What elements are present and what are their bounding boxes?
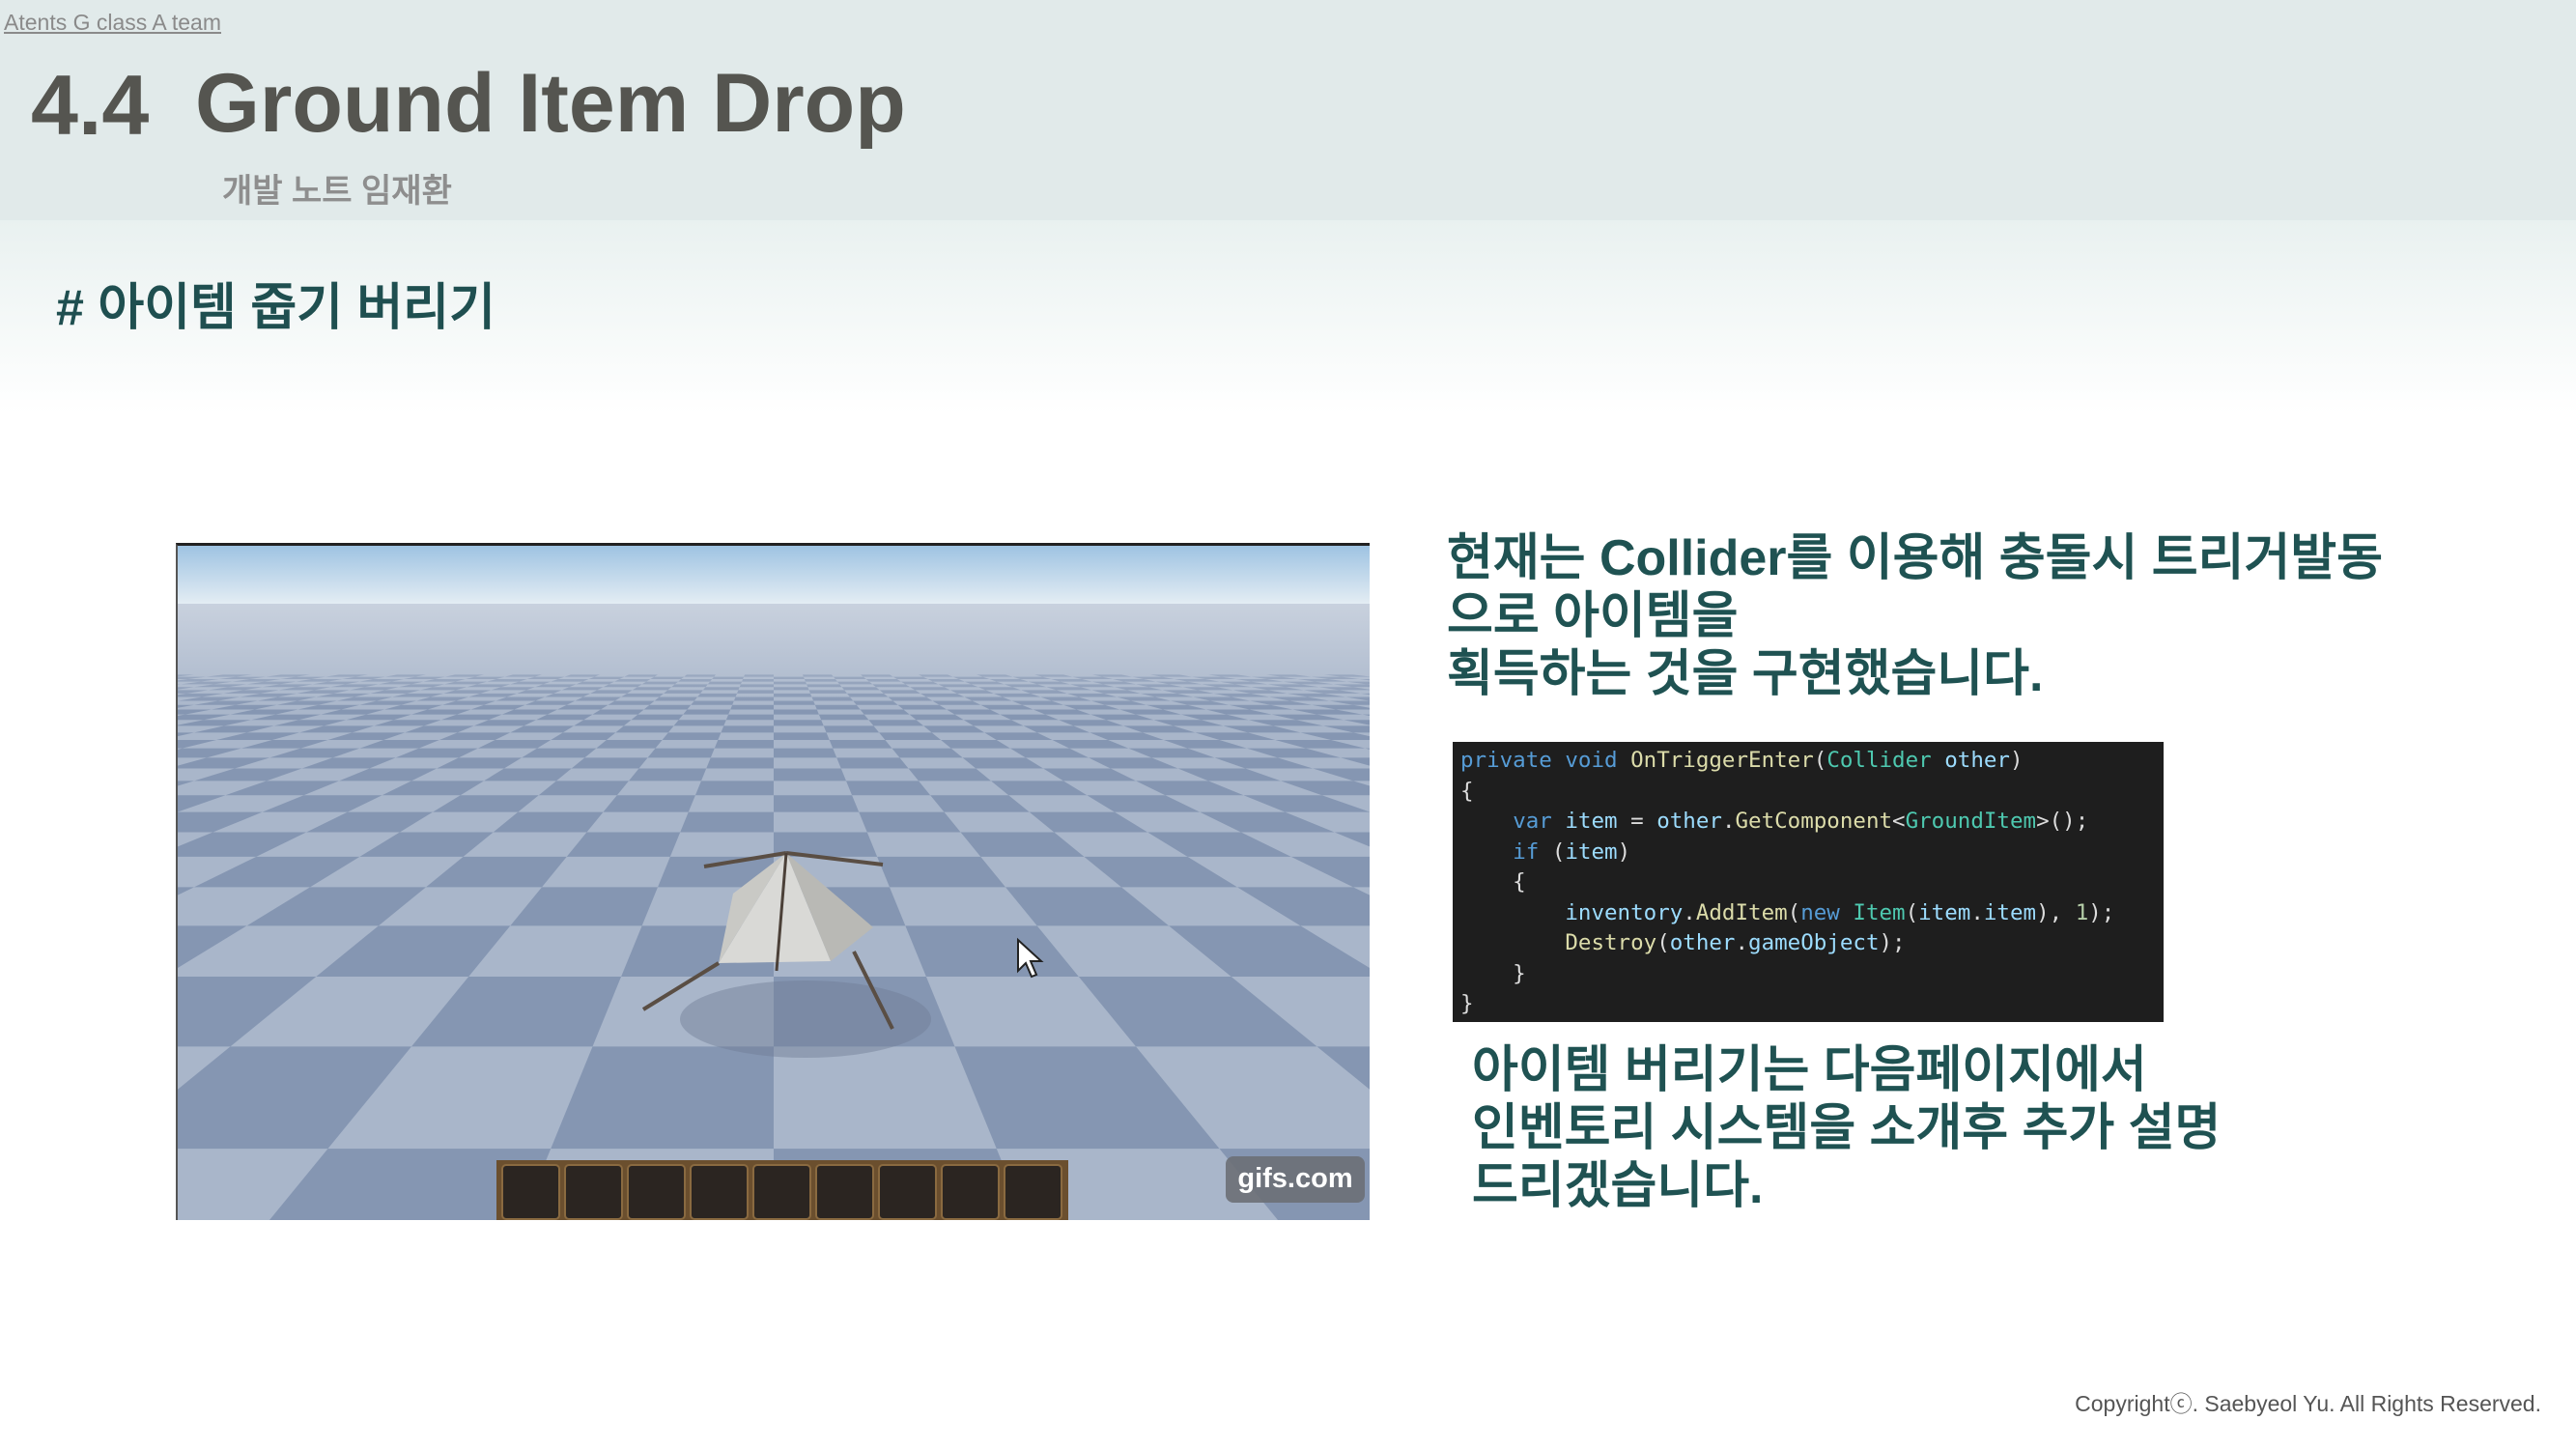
hotbar-slot[interactable]: [690, 1164, 749, 1220]
floor-tile: [662, 732, 722, 741]
hotbar-slot[interactable]: [627, 1164, 686, 1220]
floor-tile: [774, 709, 819, 715]
inventory-hotbar: [496, 1160, 1068, 1220]
note-text: 아이템 버리기는 다음페이지에서 인벤토리 시스템을 소개후 추가 설명 드리겠…: [1472, 1042, 2222, 1214]
game-scene: gifs.com: [178, 546, 1370, 1220]
code-block: private void OnTriggerEnter(Collider oth…: [1453, 742, 2164, 1022]
floor-tile: [846, 781, 931, 796]
copyright-footer: Copyrightⓒ. Saebyeol Yu. All Rights Rese…: [2075, 1391, 2541, 1416]
description-text: 현재는 Collider를 이용해 충돌시 트리거발동 으로 아이템을 획득하는…: [1447, 530, 2383, 702]
floor-tile: [631, 714, 684, 721]
floor-tile: [909, 714, 964, 721]
team-link[interactable]: Atents G class A team: [4, 10, 221, 36]
hotbar-slot[interactable]: [815, 1164, 874, 1220]
code-line: private void OnTriggerEnter(Collider oth…: [1460, 748, 2024, 773]
hotbar-slot[interactable]: [752, 1164, 811, 1220]
hotbar-slot[interactable]: [878, 1164, 937, 1220]
floor-tile: [859, 811, 961, 833]
floor-tile: [680, 811, 774, 833]
floor-tile: [592, 709, 644, 715]
floor-tile: [629, 768, 707, 781]
floor-tile: [829, 740, 892, 749]
gifs-watermark: gifs.com: [1237, 1163, 1352, 1194]
hotbar-slot[interactable]: [501, 1164, 560, 1220]
floor-tile: [823, 725, 880, 733]
hotbar-slot[interactable]: [564, 1164, 623, 1220]
floor-tile: [879, 732, 942, 741]
floor-tile: [774, 720, 824, 726]
section-subtitle: 개발 노트 임재환: [222, 173, 452, 210]
floor-tile: [868, 720, 924, 726]
floor-tile: [774, 748, 837, 758]
floor-tile: [673, 720, 726, 726]
floor-tile: [774, 795, 860, 812]
floor-tile: [615, 725, 674, 733]
code-line: if (item): [1513, 838, 1631, 865]
floor-tile: [774, 732, 830, 741]
hotbar-slot[interactable]: [1004, 1164, 1062, 1220]
code-line: }: [1460, 991, 1474, 1016]
floor-tile: [892, 748, 963, 758]
floor-tile: [694, 781, 774, 796]
floor-tile: [721, 725, 774, 733]
code-line: var item = other.GetComponent<GroundItem…: [1513, 809, 2089, 834]
game-screenshot: gifs.com: [176, 543, 1370, 1220]
code-line: {: [1460, 778, 1474, 804]
floor-tile: [571, 757, 648, 769]
code-line: inventory.AddItem(new Item(item.item), 1…: [1565, 899, 2115, 925]
floor-tile: [706, 757, 774, 769]
floor-tile: [596, 740, 663, 749]
sky: [178, 546, 1370, 606]
code-line: }: [1460, 960, 1526, 986]
floor-tile: [683, 709, 731, 715]
floor-tile: [725, 714, 774, 721]
code-line: Destroy(other.gameObject);: [1565, 930, 1906, 955]
floor-tile: [818, 714, 869, 721]
floor-tile: [574, 720, 632, 726]
section-title: Ground Item Drop: [195, 57, 906, 150]
section-number: 4.4: [31, 57, 150, 153]
title-header: Atents G class A team 4.4 Ground Item Dr…: [0, 0, 2576, 220]
code-line: {: [1460, 869, 1526, 895]
floor-tile: [836, 757, 909, 769]
floor-tile: [603, 795, 695, 812]
floor-tile: [860, 709, 910, 715]
floor-tile: [647, 748, 715, 758]
slide-heading: # 아이템 줍기 버리기: [56, 280, 495, 336]
hotbar-slot[interactable]: [941, 1164, 1000, 1220]
floor-tile: [774, 768, 846, 781]
horizon-haze: [178, 604, 1370, 710]
floor-tile: [714, 740, 774, 749]
